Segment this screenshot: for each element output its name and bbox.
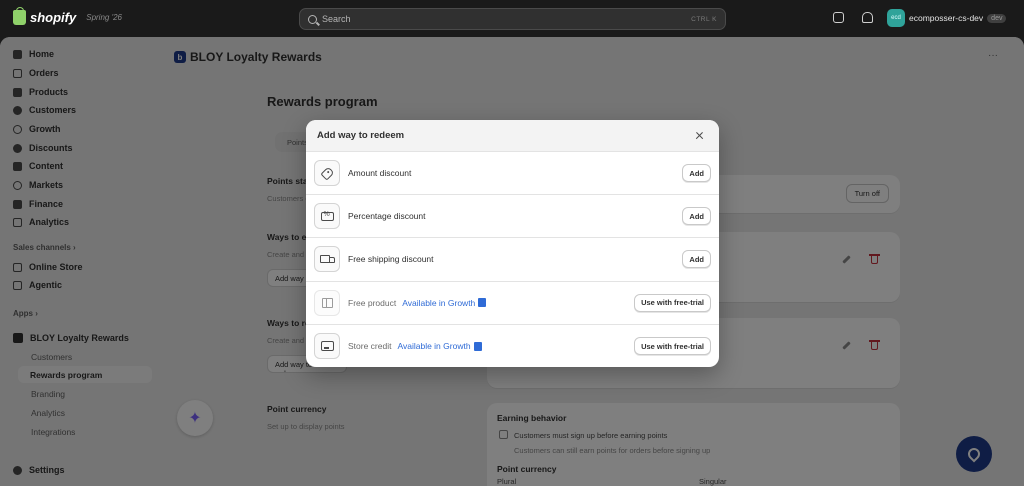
store-credit-trial-button[interactable]: Use with free-trial xyxy=(634,337,711,356)
option-label: Free shipping discount xyxy=(348,254,434,265)
add-amount-discount-button[interactable]: Add xyxy=(682,164,711,183)
gift-icon xyxy=(321,297,333,308)
add-free-shipping-button[interactable]: Add xyxy=(682,250,711,269)
option-icon-box xyxy=(314,160,340,187)
brand-name: shopify xyxy=(30,10,77,25)
redeem-option-amount-discount: Amount discount Add xyxy=(306,152,719,196)
free-product-trial-button[interactable]: Use with free-trial xyxy=(634,293,711,312)
plan-badge-icon xyxy=(473,341,482,351)
shopify-bag-icon xyxy=(13,7,26,25)
modal-header: Add way to redeem xyxy=(306,120,719,152)
close-icon[interactable] xyxy=(692,128,708,144)
store-menu[interactable]: ecd ecomposser-cs-dev dev xyxy=(887,9,1007,27)
dev-badge: dev xyxy=(987,13,1007,23)
inbox-icon[interactable] xyxy=(833,12,844,23)
redeem-option-free-shipping: Free shipping discount Add xyxy=(306,238,719,282)
edition-label: Spring '26 xyxy=(86,13,123,22)
option-label: Free product xyxy=(348,297,397,308)
available-in-growth-link[interactable]: Available in Growth xyxy=(397,341,470,351)
truck-icon xyxy=(320,254,335,264)
option-icon-box xyxy=(314,289,340,316)
option-label: Percentage discount xyxy=(348,211,426,222)
modal-title: Add way to redeem xyxy=(317,130,405,141)
add-percentage-discount-button[interactable]: Add xyxy=(682,207,711,226)
search-shortcut: CTRL K xyxy=(691,15,717,23)
option-label: Store credit xyxy=(348,341,392,352)
store-name: ecomposser-cs-dev xyxy=(909,13,984,23)
option-icon-box xyxy=(314,246,340,273)
add-way-to-redeem-modal: Add way to redeem Amount discount Add Pe… xyxy=(306,120,719,367)
percent-ticket-icon xyxy=(320,211,334,221)
search-placeholder: Search xyxy=(322,14,351,24)
redeem-option-percentage-discount: Percentage discount Add xyxy=(306,195,719,239)
redeem-option-store-credit: Store credit Available in Growth Use wit… xyxy=(306,325,719,367)
available-in-growth-link[interactable]: Available in Growth xyxy=(402,298,475,308)
redeem-option-free-product: Free product Available in Growth Use wit… xyxy=(306,282,719,325)
tag-icon xyxy=(319,166,335,181)
top-bar: shopify Spring '26 Search CTRL K ecd eco… xyxy=(0,0,1024,37)
search-bar[interactable]: Search CTRL K xyxy=(299,8,726,30)
search-icon xyxy=(308,14,317,24)
option-label: Amount discount xyxy=(348,168,412,179)
bell-icon[interactable] xyxy=(862,12,873,23)
store-avatar: ecd xyxy=(887,9,905,27)
shopify-logo[interactable]: shopify Spring '26 xyxy=(13,7,123,25)
option-icon-box xyxy=(314,333,340,360)
plan-badge-icon xyxy=(478,298,487,308)
credit-card-icon xyxy=(320,341,334,352)
option-icon-box xyxy=(314,203,340,230)
